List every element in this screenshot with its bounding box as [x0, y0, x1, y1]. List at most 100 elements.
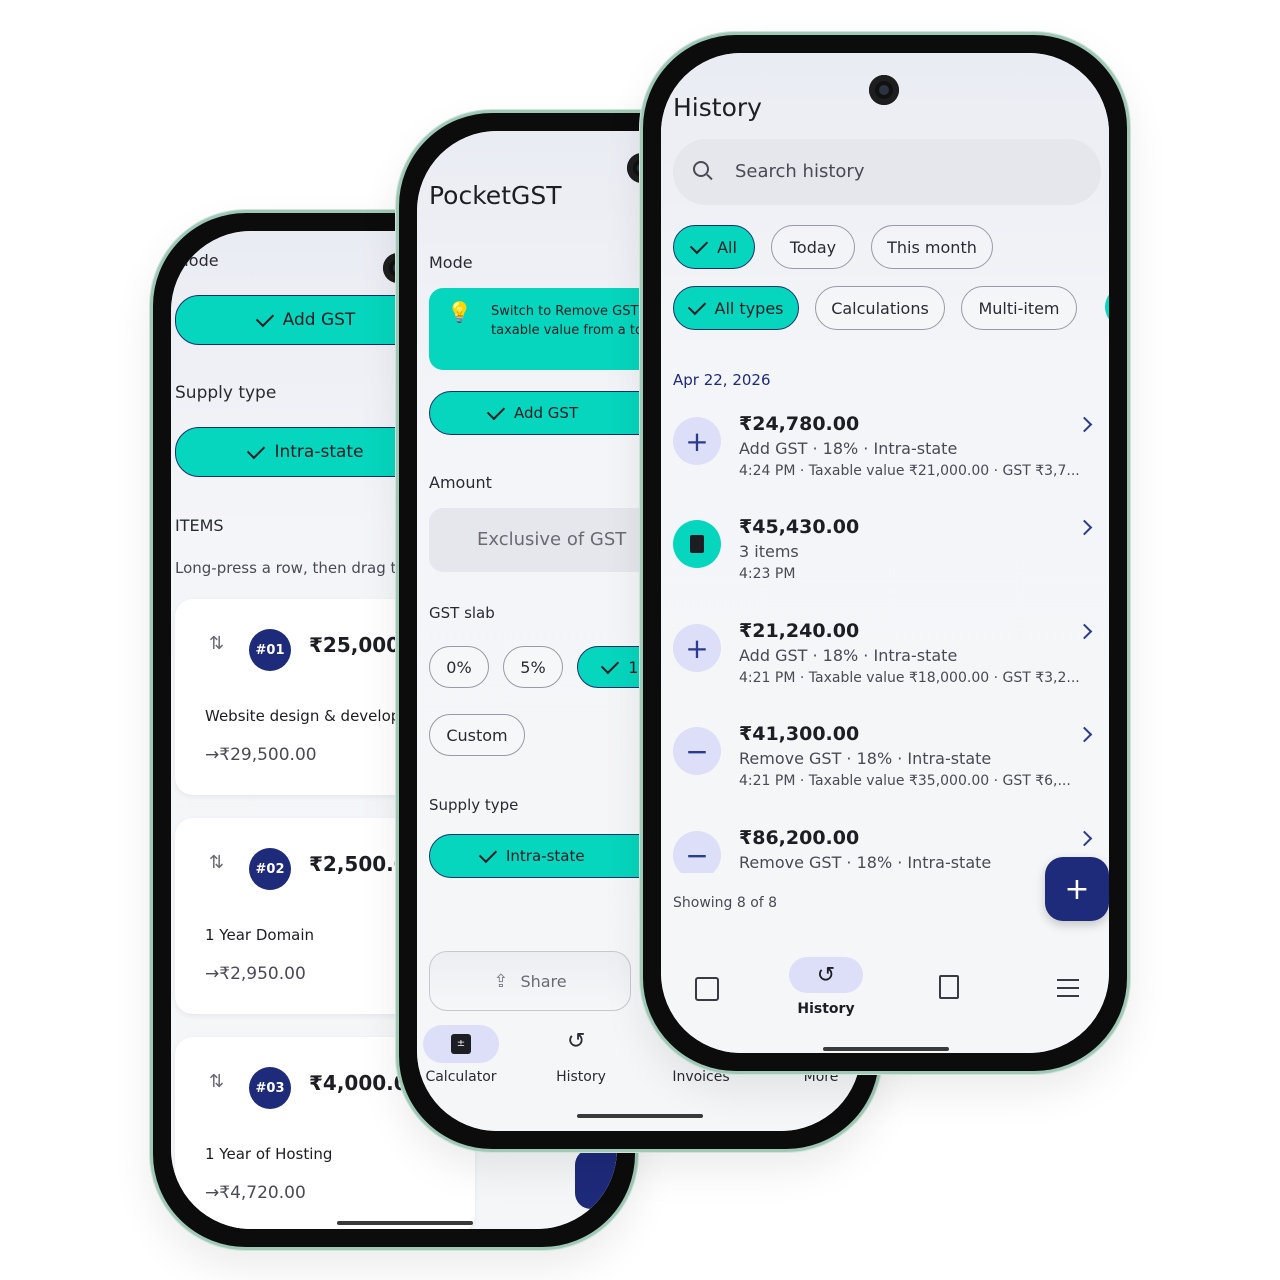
- mode-label: Mode: [175, 251, 219, 270]
- check-icon: [486, 401, 506, 421]
- entry-meta: 4:23 PM: [739, 566, 796, 582]
- phone-right-screen: History Search history All Today This mo…: [661, 53, 1109, 1053]
- nav-calculator[interactable]: [695, 977, 719, 1001]
- slab-label: 0%: [446, 657, 472, 677]
- chevron-right-icon: [1076, 519, 1093, 536]
- gst-slab-label: GST slab: [429, 604, 495, 622]
- filter-multi-item[interactable]: Multi-item: [961, 286, 1077, 330]
- check-icon: [601, 655, 620, 675]
- item-total: ₹4,720.00: [219, 1183, 306, 1203]
- drag-handle-icon[interactable]: ⇅: [209, 1071, 224, 1092]
- drag-handle-icon[interactable]: ⇅: [209, 852, 224, 873]
- plus-icon: +: [1064, 871, 1090, 907]
- check-icon: [255, 308, 274, 328]
- entry-amount: ₹24,780.00: [739, 413, 860, 435]
- intra-state-label: Intra-state: [506, 847, 585, 865]
- entry-amount: ₹21,240.00: [739, 620, 860, 642]
- tip-line-2: taxable value from a to: [491, 323, 643, 338]
- share-button[interactable]: ⇪ Share: [429, 951, 631, 1011]
- filter-label: Calculations: [831, 298, 929, 318]
- custom-slab-chip[interactable]: Custom: [429, 714, 525, 756]
- supply-type-label: Supply type: [175, 383, 277, 403]
- arrow-right-icon: →: [205, 745, 220, 765]
- history-entry[interactable]: + ₹24,780.00 Add GST · 18% · Intra-state…: [661, 409, 1107, 505]
- share-icon: ⇪: [493, 970, 509, 992]
- item-total: ₹29,500.00: [219, 745, 317, 765]
- history-entry[interactable]: − ₹41,300.00 Remove GST · 18% · Intra-st…: [661, 719, 1107, 815]
- history-entry[interactable]: + ₹21,240.00 Add GST · 18% · Intra-state…: [661, 616, 1107, 712]
- entry-summary: Remove GST · 18% · Intra-state: [739, 853, 992, 872]
- search-icon-handle: [706, 173, 713, 181]
- entry-summary: Remove GST · 18% · Intra-state: [739, 749, 992, 768]
- home-indicator: [577, 1114, 703, 1118]
- nav-history-label: History: [797, 1001, 855, 1017]
- entry-amount: ₹41,300.00: [739, 723, 860, 745]
- history-entry[interactable]: − ₹86,200.00 Remove GST · 18% · Intra-st…: [661, 823, 1107, 873]
- minus-icon: −: [673, 831, 721, 873]
- menu-icon[interactable]: [1057, 979, 1079, 997]
- entry-amount: ₹86,200.00: [739, 827, 860, 849]
- nav-invoices[interactable]: [939, 975, 959, 999]
- amount-placeholder: Exclusive of GST: [477, 529, 627, 550]
- entry-amount: ₹45,430.00: [739, 516, 860, 538]
- filter-this-month[interactable]: This month: [871, 225, 993, 269]
- receipt-icon: [673, 520, 721, 568]
- intra-state-label: Intra-state: [274, 442, 364, 462]
- entry-meta: 4:21 PM · Taxable value ₹35,000.00 · GST…: [739, 773, 1071, 789]
- filter-all-types[interactable]: All types: [673, 286, 799, 330]
- history-icon[interactable]: ↺: [567, 1029, 585, 1054]
- calculator-icon: ±: [451, 1034, 471, 1054]
- camera-punch-hole: [869, 75, 899, 105]
- slab-chip-5[interactable]: 5%: [503, 646, 563, 688]
- filter-label: Today: [789, 237, 837, 257]
- new-calculation-fab[interactable]: +: [1045, 857, 1109, 921]
- home-indicator: [823, 1047, 949, 1051]
- item-total-row: →₹4,720.00: [205, 1183, 306, 1203]
- supply-type-label: Supply type: [429, 796, 519, 814]
- entry-meta: 4:21 PM · Taxable value ₹18,000.00 · GST…: [739, 670, 1080, 686]
- add-gst-label: Add GST: [282, 310, 356, 330]
- chevron-right-icon: [1076, 623, 1093, 640]
- filter-label: All: [717, 237, 737, 257]
- phone-right: History Search history All Today This mo…: [640, 32, 1130, 1074]
- showing-count: Showing 8 of 8: [673, 895, 778, 911]
- search-input[interactable]: Search history: [735, 161, 864, 182]
- page-title: History: [673, 93, 762, 122]
- filter-today[interactable]: Today: [771, 225, 855, 269]
- tip-line-1: Switch to Remove GST: [491, 304, 639, 319]
- nav-history[interactable]: ↺: [789, 957, 863, 993]
- plus-icon: +: [673, 624, 721, 672]
- filter-calculations[interactable]: Calculations: [815, 286, 945, 330]
- minus-icon: −: [673, 727, 721, 775]
- entry-summary: 3 items: [739, 542, 799, 561]
- items-heading: ITEMS: [175, 516, 224, 535]
- filter-label: All types: [714, 298, 784, 318]
- mode-label: Mode: [429, 253, 473, 272]
- amount-label: Amount: [429, 473, 492, 492]
- nav-history-label[interactable]: History: [521, 1069, 641, 1085]
- search-bar[interactable]: Search history: [673, 139, 1101, 205]
- add-item-fab[interactable]: [575, 1149, 617, 1209]
- entry-summary: Add GST · 18% · Intra-state: [739, 646, 958, 665]
- history-entry[interactable]: ₹45,430.00 3 items 4:23 PM: [661, 512, 1107, 608]
- entry-summary: Add GST · 18% · Intra-state: [739, 439, 958, 458]
- entry-meta: 4:24 PM · Taxable value ₹21,000.00 · GST…: [739, 463, 1080, 479]
- drag-handle-icon[interactable]: ⇅: [209, 633, 224, 654]
- filter-all[interactable]: All: [673, 225, 755, 269]
- item-description: Website design & developm: [205, 707, 415, 725]
- arrow-right-icon: →: [205, 964, 220, 984]
- lightbulb-icon: 💡: [447, 300, 472, 324]
- nav-calculator[interactable]: ±: [423, 1025, 499, 1063]
- slab-chip-0[interactable]: 0%: [429, 646, 489, 688]
- item-description: 1 Year Domain: [205, 926, 315, 944]
- check-icon: [689, 235, 709, 255]
- item-number-badge: #03: [249, 1067, 291, 1109]
- custom-label: Custom: [446, 725, 508, 745]
- nav-calculator-label: Calculator: [425, 1069, 497, 1085]
- add-gst-label: Add GST: [514, 404, 579, 422]
- item-total: ₹2,950.00: [219, 964, 306, 984]
- history-icon: ↺: [816, 962, 836, 988]
- date-header: Apr 22, 2026: [673, 371, 771, 389]
- share-label: Share: [520, 971, 567, 991]
- home-indicator: [337, 1221, 473, 1225]
